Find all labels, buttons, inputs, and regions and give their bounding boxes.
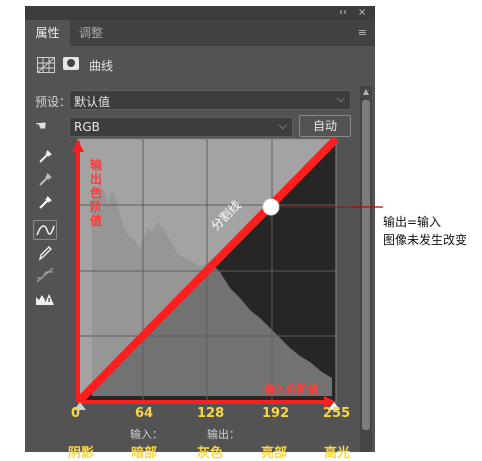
input-tick-0: 0 [71,406,81,421]
control-point[interactable] [262,198,280,216]
input-tick-128: 128 [197,406,225,421]
input-readout-label: 输入： [130,428,163,441]
callout-line2: 图像未发生改变 [383,233,468,247]
callout-line1: 输出=输入 [383,215,442,229]
input-tick-192: 192 [262,406,290,421]
output-readout-label: 输出： [207,428,240,441]
output-axis-label: 输 出 色 阶 值 [89,158,102,228]
input-tick-64: 64 [135,406,154,421]
input-axis-label: 输入色阶值 [264,383,319,396]
input-tick-255: 255 [323,406,351,421]
